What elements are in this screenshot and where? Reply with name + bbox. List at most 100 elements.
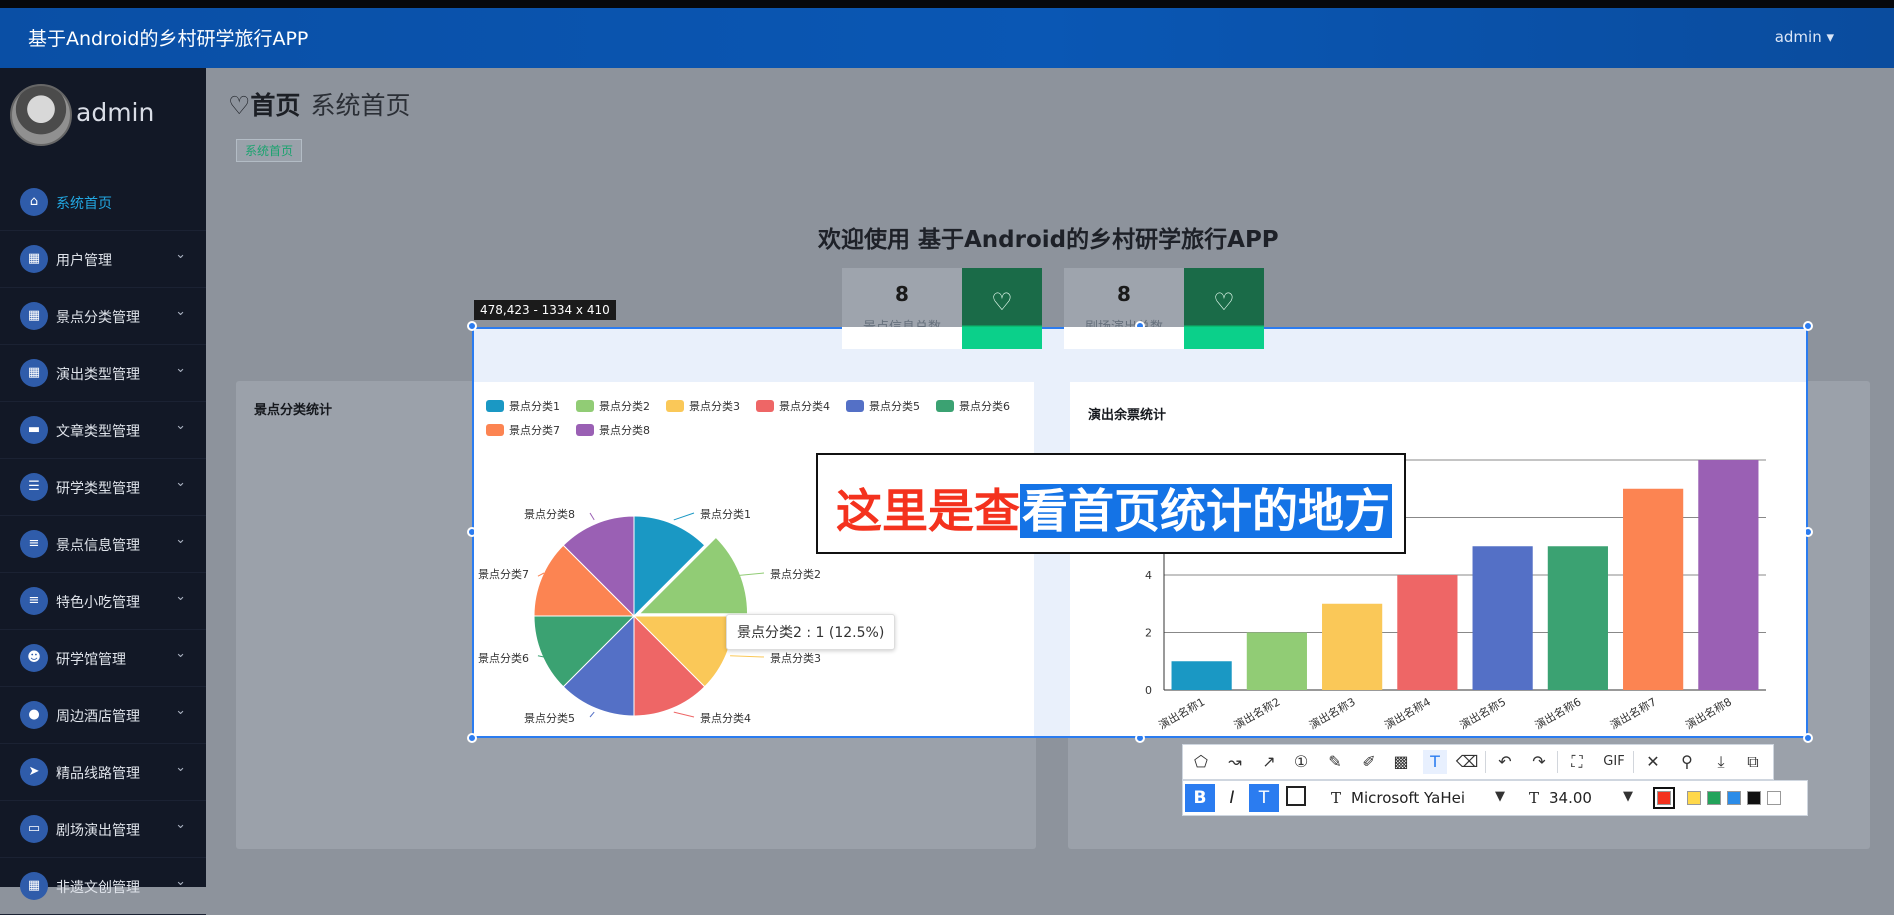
pie-slice-label: 景点分类5 — [524, 712, 575, 725]
eraser-tool-icon[interactable]: ⌫ — [1455, 750, 1479, 774]
x-tick-label: 演出名称1 — [1156, 694, 1207, 732]
sidebar-item[interactable]: ≡ 景点信息管理 ⌄ — [0, 516, 206, 573]
sidebar-item-label: 用户管理 — [56, 253, 112, 269]
font-name: Microsoft YaHei — [1351, 789, 1466, 807]
bar[interactable] — [1472, 546, 1533, 690]
grid-icon: ▦ — [20, 872, 48, 900]
toolbar-separator — [1633, 751, 1634, 773]
chevron-down-icon[interactable]: ▼ — [1495, 789, 1505, 804]
sidebar-item[interactable]: ≡ 特色小吃管理 ⌄ — [0, 573, 206, 630]
sidebar: admin ⌂ 系统首页 ▦ 用户管理 ⌄ ▦ 景点分类管理 ⌄ ▦ 演出类型管理 ⌄ ▬ 文… — [0, 68, 206, 915]
font-size-value: 34.00 — [1549, 789, 1592, 807]
pin-icon[interactable]: ⚲ — [1675, 750, 1699, 774]
list-icon: ≡ — [20, 530, 48, 558]
user-menu[interactable]: admin ▾ — [1775, 28, 1834, 46]
download-icon[interactable]: ⤓ — [1709, 750, 1733, 774]
sidebar-item[interactable]: ☻ 研学馆管理 ⌄ — [0, 630, 206, 687]
page-title: ♡首页 系统首页 — [228, 86, 410, 122]
shape-tool-icon[interactable]: ⬠ — [1189, 750, 1213, 774]
label-leader-line — [589, 512, 595, 521]
resize-handle[interactable] — [467, 321, 477, 331]
bold-button[interactable]: B — [1185, 784, 1215, 812]
stat-value: 8 — [1117, 282, 1131, 306]
sidebar-item[interactable]: ▭ 剧场演出管理 ⌄ — [0, 801, 206, 858]
font-family-select[interactable]: T Microsoft YaHei — [1331, 789, 1465, 807]
italic-button[interactable]: I — [1217, 784, 1247, 812]
resize-handle[interactable] — [1803, 321, 1813, 331]
label-leader-line — [589, 711, 595, 718]
comment-icon: ▬ — [20, 416, 48, 444]
number-tool-icon[interactable]: ① — [1289, 750, 1313, 774]
sidebar-item[interactable]: ▦ 用户管理 ⌄ — [0, 231, 206, 288]
sidebar-item[interactable]: ▬ 文章类型管理 ⌄ — [0, 402, 206, 459]
grid-icon: ▦ — [20, 245, 48, 273]
sidebar-item[interactable]: ▦ 景点分类管理 ⌄ — [0, 288, 206, 345]
color-swatch[interactable] — [1653, 787, 1675, 809]
bar[interactable] — [1171, 661, 1232, 690]
stat-accent — [1184, 327, 1264, 349]
bar[interactable] — [1623, 488, 1684, 690]
bar[interactable] — [1397, 575, 1458, 690]
background-box-button[interactable] — [1281, 784, 1311, 812]
app-title: 基于Android的乡村研学旅行APP — [28, 28, 309, 50]
redo-icon[interactable]: ↷ — [1527, 750, 1551, 774]
sidebar-item-label: 周边酒店管理 — [56, 709, 140, 725]
color-swatch[interactable] — [1687, 791, 1701, 805]
font-size-select[interactable]: T 34.00 — [1529, 789, 1592, 807]
chevron-down-icon: ⌄ — [175, 646, 186, 661]
tab-home[interactable]: 系统首页 — [236, 139, 303, 162]
chevron-down-icon[interactable]: ▼ — [1623, 789, 1633, 804]
pencil-tool-icon[interactable]: ✎ — [1323, 750, 1347, 774]
y-tick-label: 0 — [1145, 684, 1152, 697]
color-swatch[interactable] — [1747, 791, 1761, 805]
welcome-heading: 欢迎使用 基于Android的乡村研学旅行APP — [818, 227, 1279, 253]
selection-size-label: 478,423 - 1334 x 410 — [474, 300, 616, 320]
color-swatch[interactable] — [1767, 791, 1781, 805]
sliders-icon: ☰ — [20, 473, 48, 501]
chevron-down-icon: ⌄ — [175, 247, 186, 262]
sidebar-nav: ⌂ 系统首页 ▦ 用户管理 ⌄ ▦ 景点分类管理 ⌄ ▦ 演出类型管理 ⌄ ▬ 文章类型管理 ⌄… — [0, 174, 206, 915]
x-tick-label: 演出名称4 — [1382, 694, 1433, 732]
heart-icon: ♡ — [228, 91, 251, 120]
gif-icon[interactable]: GIF — [1599, 750, 1629, 774]
crop-icon[interactable]: ⛶ — [1565, 750, 1589, 774]
toolbar-separator — [1557, 751, 1558, 773]
stat-value: 8 — [895, 282, 909, 306]
chevron-down-icon: ⌄ — [175, 532, 186, 547]
pie-slice-label: 景点分类7 — [478, 568, 529, 581]
mosaic-tool-icon[interactable]: ▩ — [1389, 750, 1413, 774]
pie-slice-label: 景点分类3 — [770, 652, 821, 665]
sidebar-item[interactable]: ➤ 精品线路管理 ⌄ — [0, 744, 206, 801]
color-swatch[interactable] — [1707, 791, 1721, 805]
bar[interactable] — [1547, 546, 1608, 690]
text-properties-bar: B I T T Microsoft YaHei ▼ T 34.00 ▼ — [1182, 780, 1808, 816]
x-tick-label: 演出名称2 — [1231, 694, 1282, 732]
arrow-tool-icon[interactable]: ↗ — [1257, 750, 1281, 774]
chevron-down-icon: ⌄ — [175, 418, 186, 433]
bar[interactable] — [1322, 603, 1383, 690]
sidebar-item[interactable]: ● 周边酒店管理 ⌄ — [0, 687, 206, 744]
text-tool-icon[interactable]: T — [1423, 750, 1447, 774]
sidebar-item[interactable]: ☰ 研学类型管理 ⌄ — [0, 459, 206, 516]
marker-tool-icon[interactable]: ✐ — [1357, 750, 1381, 774]
copy-icon[interactable]: ⧉ — [1741, 750, 1765, 774]
label-leader-line — [673, 711, 695, 718]
undo-icon[interactable]: ↶ — [1493, 750, 1517, 774]
outline-button[interactable]: T — [1249, 784, 1279, 812]
color-swatch[interactable] — [1727, 791, 1741, 805]
sidebar-item[interactable]: ▦ 演出类型管理 ⌄ — [0, 345, 206, 402]
pie-slice-label: 景点分类6 — [478, 652, 529, 665]
person-icon: ☻ — [20, 644, 48, 672]
text-annotation[interactable]: 这里是查看首页统计的地方 — [816, 453, 1406, 554]
toolbar-separator — [1485, 751, 1486, 773]
stat-card-fragment — [842, 327, 962, 349]
close-icon[interactable]: ✕ — [1641, 750, 1665, 774]
bar[interactable] — [1246, 632, 1307, 691]
x-tick-label: 演出名称3 — [1306, 694, 1357, 732]
bar[interactable] — [1698, 460, 1759, 690]
sidebar-item-label: 特色小吃管理 — [56, 595, 140, 611]
top-bar: 基于Android的乡村研学旅行APP admin ▾ — [0, 0, 1894, 68]
sidebar-item[interactable]: ⌂ 系统首页 — [0, 174, 206, 231]
polyline-tool-icon[interactable]: ↝ — [1223, 750, 1247, 774]
chevron-down-icon: ⌄ — [175, 703, 186, 718]
